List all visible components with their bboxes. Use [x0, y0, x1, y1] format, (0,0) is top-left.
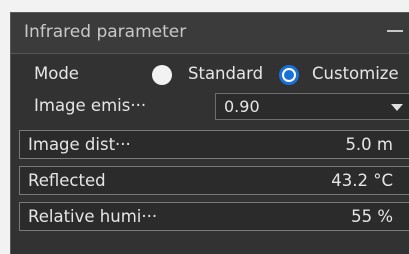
minus-icon	[387, 30, 403, 32]
image-distance-value: 5.0 m	[345, 135, 393, 154]
relative-humidity-field[interactable]: Relative humi··· 55 %	[19, 202, 409, 231]
reflected-value: 43.2 °C	[331, 171, 393, 190]
image-emissivity-label: Image emis···	[34, 96, 147, 115]
customize-radio-label[interactable]: Customize	[312, 64, 399, 83]
relative-humidity-value: 55 %	[351, 207, 393, 226]
standard-radio-label[interactable]: Standard	[188, 64, 263, 83]
relative-humidity-label: Relative humi···	[28, 207, 158, 226]
emissivity-value: 0.90	[224, 97, 260, 116]
image-distance-field[interactable]: Image dist··· 5.0 m	[19, 130, 409, 159]
panel-title: Infrared parameter	[24, 22, 187, 42]
panel-titlebar: Infrared parameter	[11, 13, 409, 54]
reflected-temperature-field[interactable]: Reflected 43.2 °C	[19, 166, 409, 195]
minimize-button[interactable]	[385, 21, 407, 41]
customize-radio[interactable]	[279, 65, 299, 85]
mode-label: Mode	[34, 64, 79, 83]
reflected-label: Reflected	[28, 171, 106, 190]
image-distance-label: Image dist···	[28, 135, 131, 154]
chevron-down-icon	[391, 104, 403, 111]
standard-radio[interactable]	[152, 65, 172, 85]
emissivity-select[interactable]: 0.90	[215, 93, 409, 120]
infrared-parameter-panel: Infrared parameter Mode Standard Customi…	[10, 12, 409, 254]
